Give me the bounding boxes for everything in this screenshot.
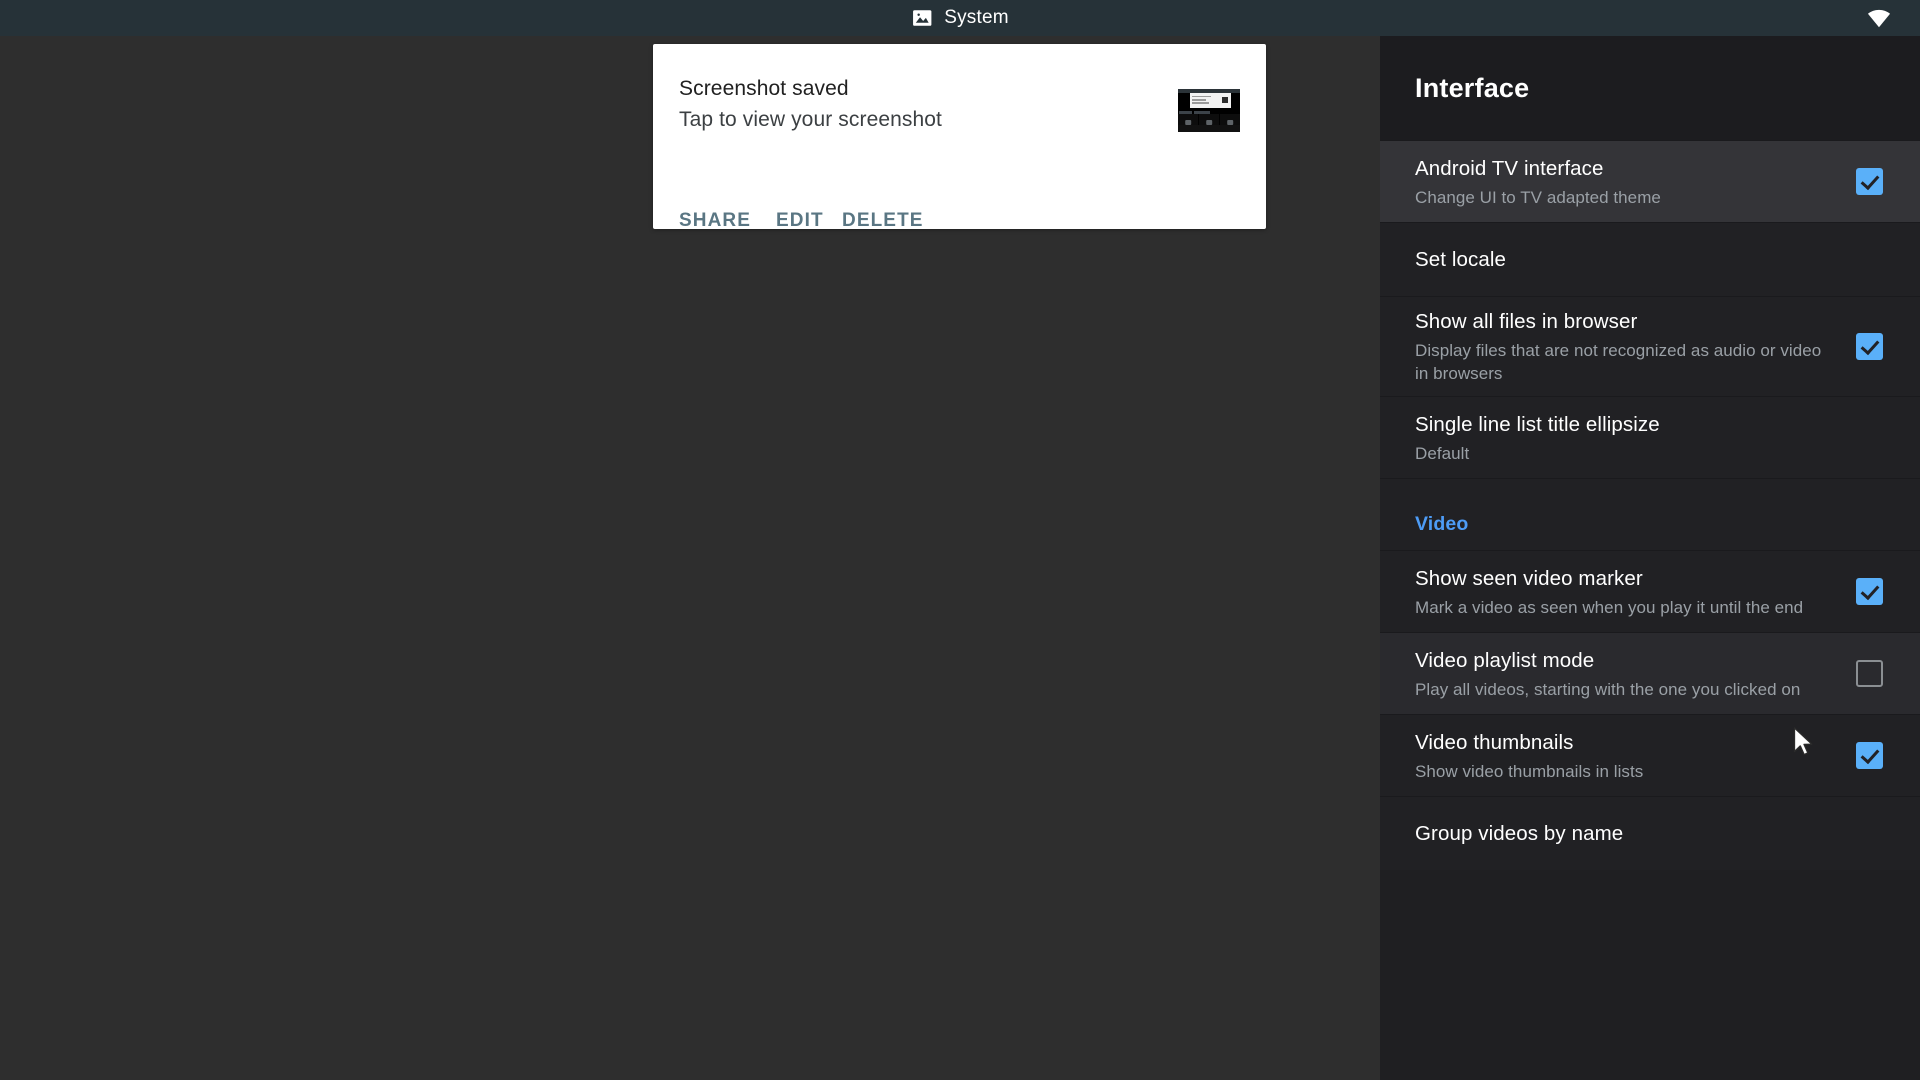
setting-control (1853, 578, 1885, 605)
setting-text: Video thumbnails Show video thumbnails i… (1415, 729, 1853, 783)
checkbox-video-thumbnails[interactable] (1855, 742, 1883, 769)
setting-row-single-line-list-title-ellipsize[interactable]: Single line list title ellipsize Default (1380, 396, 1920, 478)
edit-button[interactable]: EDIT (776, 210, 842, 232)
page-title: Interface (1415, 72, 1530, 103)
setting-subtitle: Display files that are not recognized as… (1415, 341, 1822, 383)
setting-title: Show seen video marker (1415, 566, 1643, 590)
section-header-video: Video (1380, 478, 1920, 550)
checkbox-video-playlist-mode[interactable] (1855, 660, 1883, 687)
checkbox-show-seen-video-marker[interactable] (1855, 578, 1883, 605)
setting-row-video-thumbnails[interactable]: Video thumbnails Show video thumbnails i… (1380, 714, 1920, 796)
setting-subtitle: Show video thumbnails in lists (1415, 761, 1644, 781)
screenshot-notification-card[interactable]: Screenshot saved Tap to view your screen… (653, 44, 1266, 232)
screenshot-thumbnail[interactable] (1178, 89, 1240, 132)
setting-row-show-seen-video-marker[interactable]: Show seen video marker Mark a video as s… (1380, 550, 1920, 632)
setting-text: Show all files in browser Display files … (1415, 308, 1853, 385)
interface-settings-panel: Interface Android TV interface Change UI… (1380, 36, 1920, 1080)
screen-root: System Screenshot saved Tap to view your… (0, 0, 1920, 1080)
status-bar: System (0, 0, 1920, 36)
share-button[interactable]: SHARE (679, 210, 776, 232)
checkbox-show-all-files-in-browser[interactable] (1855, 333, 1883, 360)
setting-row-video-playlist-mode[interactable]: Video playlist mode Play all videos, sta… (1380, 632, 1920, 714)
setting-text: Video playlist mode Play all videos, sta… (1415, 647, 1853, 701)
status-bar-right-icons (1866, 5, 1892, 31)
settings-list: Android TV interface Change UI to TV ada… (1380, 140, 1920, 870)
status-bar-app-label: System (944, 7, 1009, 28)
setting-control (1853, 333, 1885, 360)
setting-row-show-all-files-in-browser[interactable]: Show all files in browser Display files … (1380, 296, 1920, 396)
setting-title: Video thumbnails (1415, 730, 1574, 754)
setting-title: Android TV interface (1415, 156, 1604, 180)
setting-subtitle: Play all videos, starting with the one y… (1415, 679, 1801, 699)
setting-title: Single line list title ellipsize (1415, 412, 1660, 436)
panel-header: Interface (1380, 36, 1920, 140)
setting-text: Show seen video marker Mark a video as s… (1415, 565, 1853, 619)
setting-title: Video playlist mode (1415, 648, 1595, 672)
setting-row-group-videos-by-name[interactable]: Group videos by name (1380, 796, 1920, 870)
notification-actions: SHARE EDIT DELETE (679, 210, 932, 232)
notification-title: Screenshot saved (679, 77, 849, 100)
checkbox-android-tv-interface[interactable] (1855, 168, 1883, 195)
setting-text: Single line list title ellipsize Default (1415, 411, 1853, 465)
setting-text: Group videos by name (1415, 820, 1853, 847)
photo-icon (911, 7, 933, 29)
wifi-icon (1866, 5, 1892, 31)
setting-control (1853, 660, 1885, 687)
setting-title: Group videos by name (1415, 822, 1624, 845)
setting-row-android-tv-interface[interactable]: Android TV interface Change UI to TV ada… (1380, 140, 1920, 222)
setting-text: Android TV interface Change UI to TV ada… (1415, 155, 1853, 209)
setting-row-set-locale[interactable]: Set locale (1380, 222, 1920, 296)
status-bar-app: System (911, 7, 1009, 29)
setting-subtitle: Change UI to TV adapted theme (1415, 187, 1661, 207)
setting-text: Set locale (1415, 246, 1853, 273)
setting-title: Set locale (1415, 248, 1507, 271)
setting-title: Show all files in browser (1415, 310, 1638, 333)
notification-subtitle: Tap to view your screenshot (679, 108, 942, 131)
setting-control (1853, 168, 1885, 195)
setting-subtitle: Mark a video as seen when you play it un… (1415, 597, 1804, 617)
delete-button[interactable]: DELETE (842, 210, 932, 232)
setting-control (1853, 742, 1885, 769)
setting-subtitle: Default (1415, 443, 1470, 463)
section-header-label: Video (1415, 513, 1469, 535)
